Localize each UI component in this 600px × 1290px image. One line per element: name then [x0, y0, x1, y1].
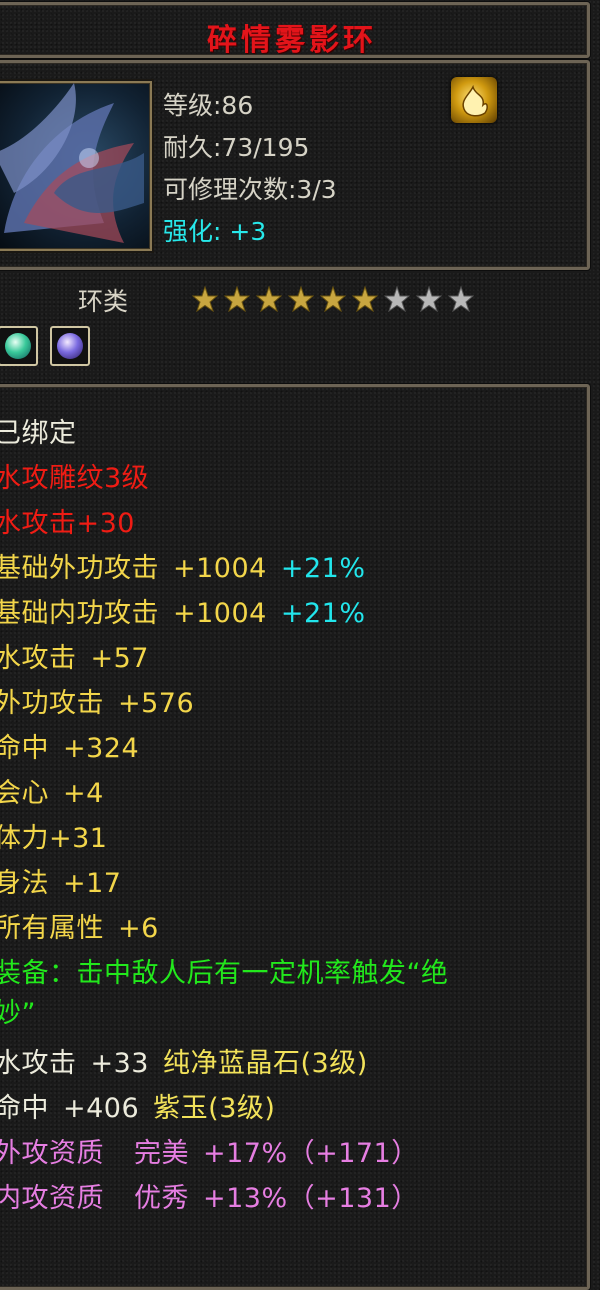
attr-label: 体力 — [0, 823, 49, 854]
aptitude-grade: 完美 — [134, 1138, 189, 1169]
attr-label: 所有属性 — [0, 913, 104, 944]
gem-name: 纯净蓝晶石(3级) — [162, 1048, 368, 1079]
item-title-panel: 碎情雾影环 — [0, 2, 590, 58]
attr-label: 水攻击 — [0, 643, 77, 674]
star-empty-icon — [448, 286, 474, 312]
attr-stamina: 体力+31 — [0, 816, 107, 855]
attr-label: 身法 — [0, 868, 49, 899]
green-gem-icon[interactable] — [0, 326, 38, 366]
star-filled-icon — [320, 286, 346, 312]
purple-gem-icon[interactable] — [50, 326, 90, 366]
star-filled-icon — [192, 286, 218, 312]
flame-skill-icon[interactable] — [451, 77, 497, 123]
item-repair-count: 可修理次数:3/3 — [163, 175, 337, 204]
attr-value: +324 — [63, 733, 140, 764]
attr-value: +576 — [118, 688, 195, 719]
item-name: 碎情雾影环 — [207, 23, 377, 58]
ring-item-icon — [0, 81, 152, 251]
set-effect-line-1: 装备：击中敌人后有一定机率触发“绝 — [0, 958, 449, 989]
item-durability: 耐久:73/195 — [163, 133, 310, 162]
gem-bonus-2: 命中 +406 紫玉(3级) — [0, 1086, 275, 1125]
attr-label: 基础内功攻击 — [0, 598, 159, 629]
attr-agility: 身法 +17 — [0, 861, 121, 900]
bound-status: 已绑定 — [0, 418, 77, 449]
gem-bonus-1: 水攻击 +33 纯净蓝晶石(3级) — [0, 1041, 368, 1080]
attr-value: +406 — [63, 1093, 140, 1124]
attr-label: 内攻资质 — [0, 1183, 104, 1214]
attr-all: 所有属性 +6 — [0, 906, 159, 945]
attr-label: 外攻资质 — [0, 1138, 104, 1169]
item-enhance-level: 强化: +3 — [163, 217, 267, 246]
attr-value: +17%（+171） — [203, 1138, 419, 1169]
attr-crit: 会心 +4 — [0, 771, 104, 810]
attr-value: +33 — [90, 1048, 149, 1079]
engrave-bonus: 水攻击+30 — [0, 508, 135, 539]
star-empty-icon — [416, 286, 442, 312]
attr-value: +4 — [63, 778, 104, 809]
gem-name: 紫玉(3级) — [153, 1093, 276, 1124]
star-filled-icon — [256, 286, 282, 312]
attr-outer-atk: 外功攻击 +576 — [0, 681, 194, 720]
attr-base-outer: 基础外功攻击 +1004 +21% — [0, 546, 365, 585]
aptitude-grade: 优秀 — [134, 1183, 189, 1214]
engrave-title: 水攻雕纹3级 — [0, 463, 150, 494]
attr-label: 会心 — [0, 778, 49, 809]
attr-water-atk: 水攻击 +57 — [0, 636, 149, 675]
attr-label: 外功攻击 — [0, 688, 104, 719]
attr-value: +31 — [49, 823, 108, 854]
attr-hit: 命中 +324 — [0, 726, 139, 765]
attr-label: 水攻击 — [0, 1048, 77, 1079]
attr-label: 命中 — [0, 1093, 49, 1124]
attr-base-inner: 基础内功攻击 +1004 +21% — [0, 591, 365, 630]
attr-percent: +21% — [280, 598, 366, 629]
attr-value: +6 — [118, 913, 159, 944]
star-filled-icon — [224, 286, 250, 312]
attr-value: +17 — [63, 868, 122, 899]
item-level: 等级:86 — [163, 91, 254, 120]
star-empty-icon — [384, 286, 410, 312]
attr-value: +13%（+131） — [203, 1183, 419, 1214]
attr-value: +57 — [90, 643, 149, 674]
aptitude-outer: 外攻资质 完美 +17%（+171） — [0, 1131, 419, 1170]
star-filled-icon — [288, 286, 314, 312]
attr-value: +1004 — [173, 553, 267, 584]
attr-label: 基础外功攻击 — [0, 553, 159, 584]
attr-label: 命中 — [0, 733, 49, 764]
set-effect-line-2: 妙” — [0, 998, 36, 1029]
aptitude-inner: 内攻资质 优秀 +13%（+131） — [0, 1176, 419, 1215]
attr-percent: +21% — [280, 553, 366, 584]
item-category: 环类 — [78, 287, 129, 316]
star-filled-icon — [352, 286, 378, 312]
attr-value: +1004 — [173, 598, 267, 629]
